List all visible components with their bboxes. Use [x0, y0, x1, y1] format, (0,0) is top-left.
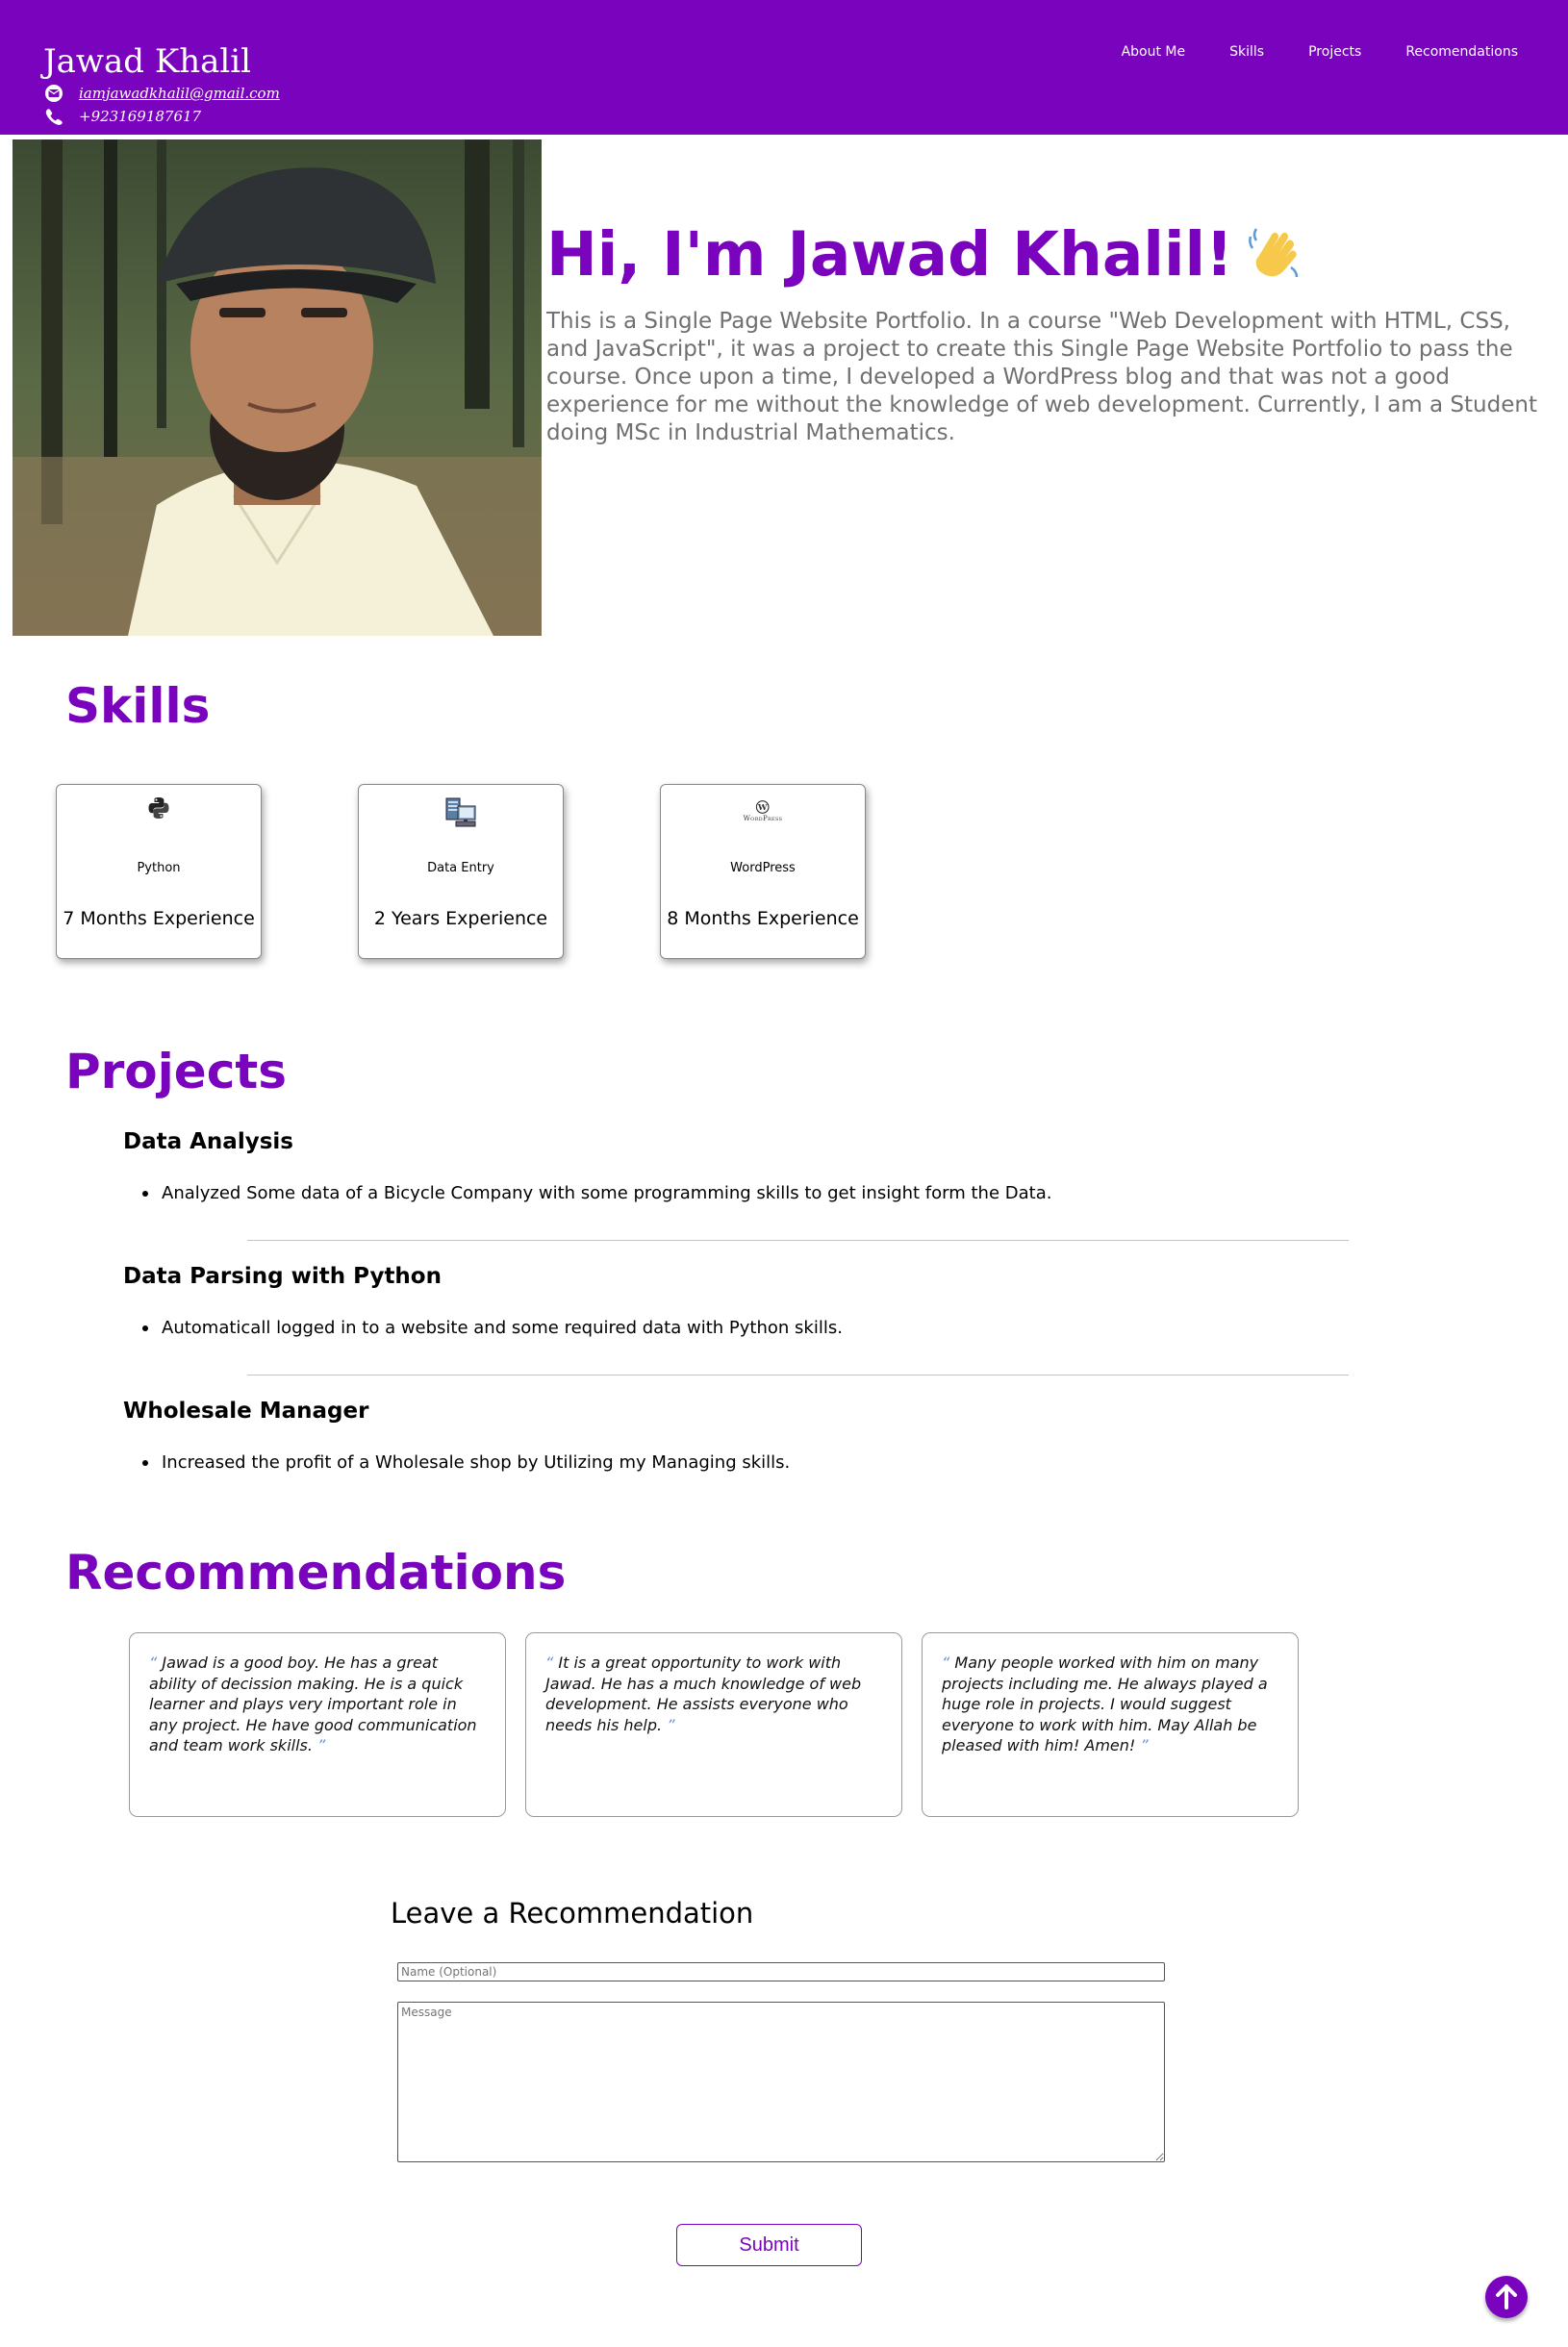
skill-card-python: Python 7 Months Experience: [56, 784, 262, 959]
submit-button[interactable]: Submit: [676, 2224, 862, 2266]
skill-experience: 2 Years Experience: [373, 908, 548, 929]
phone-number: +923169187617: [79, 108, 202, 125]
skill-name: Data Entry: [427, 861, 494, 875]
skill-name: WordPress: [730, 861, 796, 875]
message-input[interactable]: [397, 2002, 1165, 2162]
recommendations-heading: Recommendations: [65, 1545, 567, 1601]
nav-recommendations[interactable]: Recomendations: [1405, 44, 1518, 60]
svg-text:W: W: [757, 802, 768, 812]
phone-icon: [44, 108, 65, 125]
nav-skills[interactable]: Skills: [1229, 44, 1264, 60]
project-title: Wholesale Manager: [123, 1399, 369, 1424]
email-contact: iamjawadkhalil@gmail.com: [44, 85, 280, 102]
skill-experience: 8 Months Experience: [667, 908, 859, 929]
profile-photo: [13, 139, 542, 636]
email-link[interactable]: iamjawadkhalil@gmail.com: [79, 85, 280, 102]
scroll-top-button[interactable]: [1485, 2276, 1528, 2318]
recommendation-text: “ Jawad is a good boy. He has a great ab…: [149, 1653, 477, 1754]
projects-heading: Projects: [65, 1044, 288, 1099]
phone-contact: +923169187617: [44, 108, 201, 125]
project-detail: Automaticall logged in to a website and …: [142, 1318, 843, 1338]
wordpress-icon: W WordPress: [744, 800, 783, 822]
nav-projects[interactable]: Projects: [1308, 44, 1361, 60]
recommendation-card: “ Many people worked with him on many pr…: [922, 1632, 1299, 1817]
project-detail: Analyzed Some data of a Bicycle Company …: [142, 1183, 1051, 1203]
hero-heading: Hi, I'm Jawad Khalil!: [546, 219, 1304, 290]
skills-heading: Skills: [65, 678, 211, 734]
nav-about-me[interactable]: About Me: [1122, 44, 1186, 60]
bio-text: This is a Single Page Website Portfolio.…: [546, 309, 1537, 445]
skill-experience: 7 Months Experience: [63, 908, 255, 929]
data-entry-icon: [444, 796, 477, 833]
recommendation-text: “ Many people worked with him on many pr…: [942, 1653, 1268, 1754]
skill-card-data-entry: Data Entry 2 Years Experience: [358, 784, 564, 959]
recommendation-card: “ Jawad is a good boy. He has a great ab…: [129, 1632, 506, 1817]
site-name: Jawad Khalil: [43, 42, 252, 81]
recommendation-form-title: Leave a Recommendation: [391, 1897, 754, 1930]
main-nav: About Me Skills Projects Recomendations: [1077, 44, 1518, 60]
python-icon: [147, 796, 170, 823]
project-title: Data Analysis: [123, 1129, 293, 1154]
name-input[interactable]: [397, 1962, 1165, 1981]
project-divider: [247, 1240, 1349, 1241]
project-detail: Increased the profit of a Wholesale shop…: [142, 1452, 790, 1473]
recommendation-card: “ It is a great opportunity to work with…: [525, 1632, 902, 1817]
waving-hand-icon: [1243, 221, 1304, 283]
recommendation-text: “ It is a great opportunity to work with…: [545, 1653, 862, 1734]
header-bar: Jawad Khalil iamjawadkhalil@gmail.com +9…: [0, 0, 1568, 135]
project-title: Data Parsing with Python: [123, 1264, 442, 1289]
wordpress-logo-text: WordPress: [743, 815, 783, 822]
skill-card-wordpress: W WordPress WordPress 8 Months Experienc…: [660, 784, 866, 959]
arrow-up-icon: [1496, 2284, 1517, 2309]
envelope-icon: [44, 85, 65, 102]
skill-name: Python: [137, 861, 181, 875]
